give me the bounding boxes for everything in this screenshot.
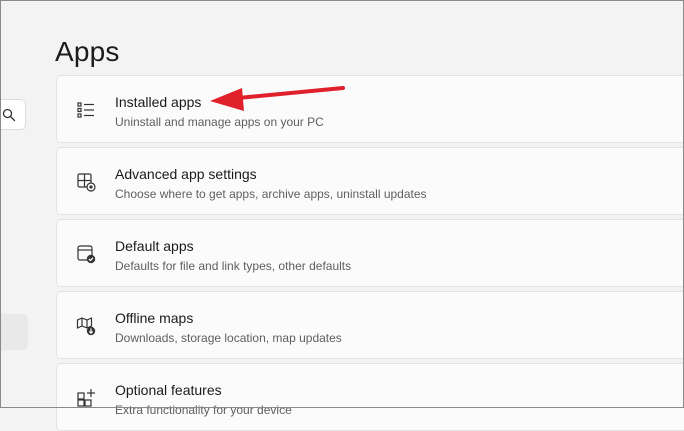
app-settings-icon — [76, 172, 96, 192]
card-label: Offline maps — [115, 310, 194, 326]
optional-features-card[interactable]: Optional features Extra functionality fo… — [56, 363, 684, 431]
card-label: Installed apps — [115, 94, 202, 110]
map-download-icon — [76, 316, 96, 336]
list-icon — [76, 100, 96, 120]
card-description: Downloads, storage location, map updates — [115, 331, 342, 345]
default-apps-card[interactable]: Default apps Defaults for file and link … — [56, 219, 684, 287]
card-description: Choose where to get apps, archive apps, … — [115, 187, 427, 201]
advanced-app-settings-card[interactable]: Advanced app settings Choose where to ge… — [56, 147, 684, 215]
card-description: Defaults for file and link types, other … — [115, 259, 352, 273]
default-apps-icon — [76, 244, 96, 264]
installed-apps-card[interactable]: Installed apps Uninstall and manage apps… — [56, 75, 684, 143]
add-feature-icon — [76, 388, 96, 408]
search-icon — [2, 108, 16, 122]
card-description: Extra functionality for your device — [115, 403, 292, 417]
card-label: Default apps — [115, 238, 194, 254]
page-title: Apps — [55, 35, 120, 67]
card-label: Optional features — [115, 382, 222, 398]
sidebar-selected-item[interactable] — [0, 314, 28, 350]
card-label: Advanced app settings — [115, 166, 257, 182]
annotation-arrow-icon — [200, 80, 350, 120]
offline-maps-card[interactable]: Offline maps Downloads, storage location… — [56, 291, 684, 359]
search-box[interactable] — [0, 99, 26, 130]
